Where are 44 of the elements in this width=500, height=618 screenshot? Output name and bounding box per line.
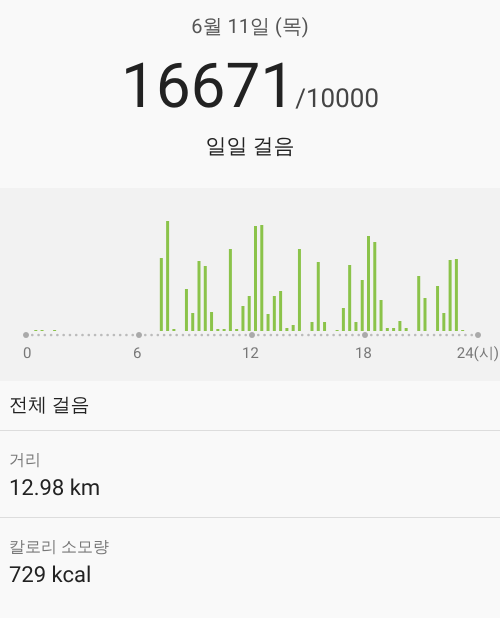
step-bar (360, 280, 364, 331)
step-bar (191, 313, 194, 331)
stat-label: 칼로리 소모량 (9, 536, 110, 558)
step-bar (266, 314, 270, 331)
stat-value: 729 kcal (9, 562, 92, 590)
step-bar (354, 322, 358, 331)
step-bar (392, 328, 396, 331)
step-bar (398, 321, 402, 331)
step-bar (348, 265, 352, 331)
section-title: 전체 걸음 (9, 392, 90, 418)
stat-label: 거리 (9, 449, 42, 471)
step-bar (204, 266, 207, 331)
step-bar (323, 322, 326, 331)
step-bar (386, 328, 389, 331)
x-axis-label: 6 (133, 343, 142, 363)
x-axis-label: 18 (355, 343, 372, 363)
step-bar (241, 306, 244, 331)
step-bar (404, 328, 408, 331)
step-bar (279, 291, 282, 331)
step-bar (424, 298, 426, 331)
step-bar (342, 308, 345, 331)
step-bar (442, 313, 446, 331)
step-bar (184, 289, 188, 331)
step-bar (417, 276, 420, 331)
step-bar (436, 286, 440, 331)
step-bar (454, 259, 458, 331)
step-bar (248, 296, 251, 331)
daily-steps-label: 일일 걸음 (205, 134, 295, 161)
step-bar (380, 300, 383, 331)
stat-value: 12.98 km (9, 475, 102, 503)
x-axis-label: 24(시) (456, 343, 499, 363)
step-bar (292, 325, 295, 331)
date-label: 6월 11일 (목) (191, 13, 309, 40)
x-axis-label: 12 (242, 343, 259, 363)
x-axis-label: 0 (23, 343, 32, 363)
step-bar (316, 262, 320, 331)
step-bar (210, 312, 214, 331)
step-bar (198, 261, 200, 331)
step-count: 16671 (120, 54, 296, 120)
step-bar (272, 296, 276, 331)
step-bar (448, 260, 452, 331)
step-bar (310, 322, 314, 331)
step-goal: /10000 (295, 83, 380, 116)
step-bar (285, 328, 288, 331)
